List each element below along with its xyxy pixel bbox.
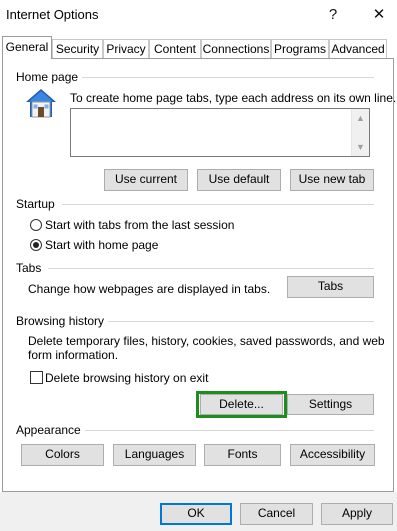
use-new-tab-button[interactable]: Use new tab	[290, 169, 374, 191]
ok-button[interactable]: OK	[160, 503, 232, 525]
accessibility-button[interactable]: Accessibility	[290, 444, 375, 466]
help-icon[interactable]: ?	[318, 3, 348, 27]
radio-home-page-label[interactable]: Start with home page	[45, 238, 158, 252]
home-page-divider	[78, 77, 374, 78]
fonts-button[interactable]: Fonts	[204, 444, 281, 466]
radio-selected-dot	[33, 242, 39, 248]
tabs-button[interactable]: Tabs	[287, 276, 374, 298]
radio-home-page[interactable]	[30, 239, 42, 251]
title-bar: Internet Options ? ✕	[0, 0, 397, 30]
radio-last-session[interactable]	[30, 219, 42, 231]
browsing-history-description-2: form information.	[28, 348, 119, 362]
browsing-history-divider	[104, 321, 374, 322]
tabs-description: Change how webpages are displayed in tab…	[28, 282, 271, 296]
use-default-button[interactable]: Use default	[197, 169, 281, 191]
tab-security[interactable]: Security	[52, 39, 103, 58]
browsing-history-group-label: Browsing history	[16, 314, 109, 328]
use-current-button[interactable]: Use current	[104, 169, 188, 191]
house-icon	[24, 86, 58, 120]
scroll-up-icon[interactable]: ▲	[352, 110, 369, 126]
home-page-group-label: Home page	[16, 70, 83, 84]
close-icon[interactable]: ✕	[364, 3, 394, 27]
tabs-group-label: Tabs	[16, 261, 46, 275]
colors-button[interactable]: Colors	[21, 444, 104, 466]
delete-button[interactable]: Delete...	[200, 394, 283, 415]
home-page-instruction: To create home page tabs, type each addr…	[70, 91, 397, 105]
radio-last-session-label[interactable]: Start with tabs from the last session	[45, 218, 234, 232]
window-title: Internet Options	[6, 7, 99, 22]
startup-divider	[62, 204, 374, 205]
scroll-down-icon[interactable]: ▼	[352, 139, 369, 155]
apply-button[interactable]: Apply	[321, 503, 393, 525]
appearance-group-label: Appearance	[16, 423, 85, 437]
startup-group-label: Startup	[16, 197, 59, 211]
tab-advanced[interactable]: Advanced	[329, 39, 387, 58]
tab-programs[interactable]: Programs	[271, 39, 329, 58]
tabs-divider	[48, 268, 374, 269]
browsing-history-description-1: Delete temporary files, history, cookies…	[28, 334, 385, 348]
dialog-footer: OK Cancel Apply	[0, 492, 397, 531]
tab-content[interactable]: Content	[149, 39, 201, 58]
tab-strip: General Security Privacy Content Connect…	[0, 35, 397, 59]
tab-privacy[interactable]: Privacy	[103, 39, 149, 58]
home-page-address-box[interactable]: ▲ ▼	[70, 108, 370, 157]
appearance-divider	[82, 430, 374, 431]
delete-on-exit-checkbox[interactable]	[30, 371, 43, 384]
home-page-scrollbar[interactable]: ▲ ▼	[351, 109, 369, 156]
tab-general[interactable]: General	[2, 36, 52, 59]
delete-on-exit-label[interactable]: Delete browsing history on exit	[45, 371, 208, 385]
settings-button[interactable]: Settings	[287, 394, 374, 415]
languages-button[interactable]: Languages	[113, 444, 196, 466]
tab-connections[interactable]: Connections	[201, 39, 271, 58]
cancel-button[interactable]: Cancel	[240, 503, 313, 525]
